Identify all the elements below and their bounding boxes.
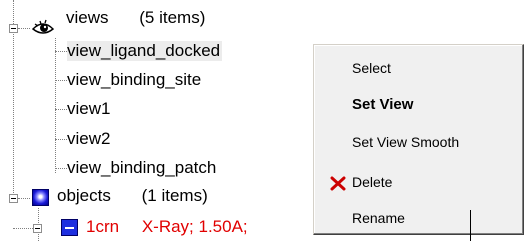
tree-connector — [55, 109, 67, 110]
tree-connector — [55, 51, 67, 52]
molecule-info: X-Ray; 1.50A; — [141, 217, 248, 236]
objects-label: objects — [57, 186, 111, 205]
tree-item-view-binding-site[interactable]: view_binding_site — [67, 70, 201, 90]
menu-item-rename[interactable]: Rename — [352, 209, 405, 227]
red-x-icon — [330, 176, 346, 191]
menu-item-set-view-smooth[interactable]: Set View Smooth — [352, 133, 459, 151]
molecule-expander-icon[interactable] — [33, 224, 42, 233]
menu-item-set-view[interactable]: Set View — [352, 96, 413, 114]
text-cursor — [470, 210, 471, 241]
tree-item-view-ligand-docked[interactable]: view_ligand_docked — [67, 41, 223, 61]
tree-connector — [55, 38, 56, 173]
tree-connector — [55, 168, 67, 169]
views-expander-icon[interactable] — [9, 24, 18, 33]
molecule-icon — [61, 219, 78, 236]
molecule-label: 1crn — [86, 217, 120, 236]
objects-count: (1 items) — [141, 186, 208, 205]
tree-connector — [55, 139, 67, 140]
views-count: (5 items) — [139, 8, 206, 27]
view-item-label: view2 — [67, 129, 111, 148]
context-menu: Select Set View Set View Smooth Delete R… — [313, 44, 524, 235]
menu-item-select[interactable]: Select — [352, 59, 391, 77]
tree-node-objects[interactable]: objects (1 items) — [57, 186, 208, 206]
blue-sphere-icon — [32, 189, 49, 206]
tree-connector — [55, 80, 67, 81]
view-item-label: view_ligand_docked — [67, 41, 221, 60]
tree-item-view2[interactable]: view2 — [67, 129, 110, 149]
view-item-label: view1 — [67, 99, 111, 118]
objects-expander-icon[interactable] — [9, 194, 18, 203]
tree-item-view-binding-patch[interactable]: view_binding_patch — [67, 158, 216, 178]
view-item-label: view_binding_patch — [67, 158, 217, 177]
tree-connector — [13, 28, 14, 203]
tree-connector — [13, 228, 33, 229]
tree-node-1crn[interactable]: 1crn X-Ray; 1.50A; — [86, 217, 248, 237]
tree-node-views[interactable]: views (5 items) — [66, 8, 205, 28]
tree-connector — [18, 198, 30, 199]
tree-item-view1[interactable]: view1 — [67, 99, 110, 119]
menu-item-delete[interactable]: Delete — [352, 173, 392, 191]
view-item-label: view_binding_site — [67, 70, 202, 89]
tree-connector — [18, 28, 30, 29]
views-label: views — [66, 8, 109, 27]
eye-icon — [32, 19, 54, 34]
